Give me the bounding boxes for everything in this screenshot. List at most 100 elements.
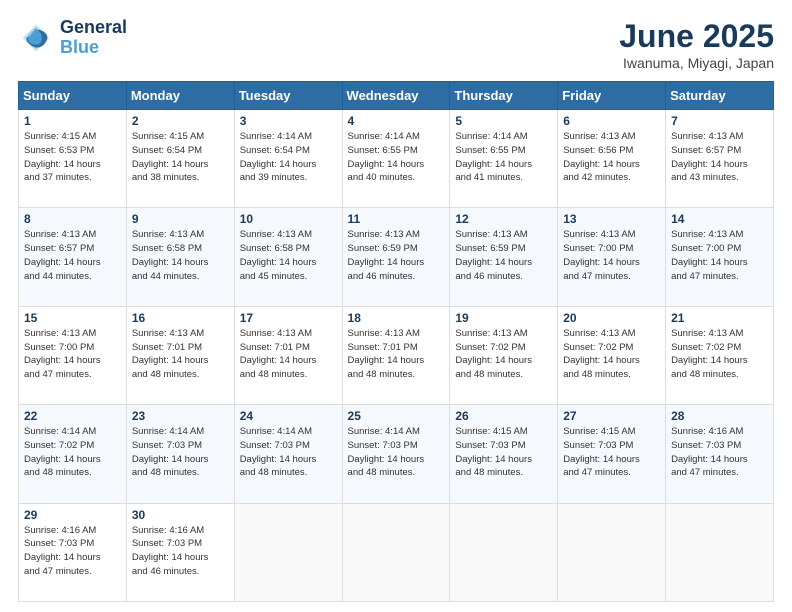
day-number: 20 <box>563 311 660 325</box>
calendar-week-row: 1 Sunrise: 4:15 AM Sunset: 6:53 PM Daylig… <box>19 110 774 208</box>
day-info: Sunrise: 4:15 AM Sunset: 7:03 PM Dayligh… <box>455 425 552 480</box>
calendar-cell <box>450 503 558 601</box>
day-info: Sunrise: 4:15 AM Sunset: 7:03 PM Dayligh… <box>563 425 660 480</box>
calendar-cell <box>234 503 342 601</box>
calendar-header-wednesday: Wednesday <box>342 82 450 110</box>
day-info: Sunrise: 4:13 AM Sunset: 6:57 PM Dayligh… <box>24 228 121 283</box>
calendar-cell: 16 Sunrise: 4:13 AM Sunset: 7:01 PM Dayli… <box>126 306 234 404</box>
main-title: June 2025 <box>619 18 774 55</box>
calendar-cell: 22 Sunrise: 4:14 AM Sunset: 7:02 PM Dayli… <box>19 405 127 503</box>
day-info: Sunrise: 4:16 AM Sunset: 7:03 PM Dayligh… <box>132 524 229 579</box>
day-info: Sunrise: 4:15 AM Sunset: 6:53 PM Dayligh… <box>24 130 121 185</box>
calendar-cell: 12 Sunrise: 4:13 AM Sunset: 6:59 PM Dayli… <box>450 208 558 306</box>
calendar-cell: 7 Sunrise: 4:13 AM Sunset: 6:57 PM Daylig… <box>666 110 774 208</box>
day-number: 14 <box>671 212 768 226</box>
day-number: 30 <box>132 508 229 522</box>
calendar-cell: 1 Sunrise: 4:15 AM Sunset: 6:53 PM Daylig… <box>19 110 127 208</box>
calendar-week-row: 29 Sunrise: 4:16 AM Sunset: 7:03 PM Dayli… <box>19 503 774 601</box>
calendar-cell <box>666 503 774 601</box>
calendar-cell: 13 Sunrise: 4:13 AM Sunset: 7:00 PM Dayli… <box>558 208 666 306</box>
day-info: Sunrise: 4:13 AM Sunset: 6:59 PM Dayligh… <box>348 228 445 283</box>
calendar-cell: 27Sunrise: 4:15 AM Sunset: 7:03 PM Dayli… <box>558 405 666 503</box>
day-number: 16 <box>132 311 229 325</box>
day-number: 5 <box>455 114 552 128</box>
calendar-header-friday: Friday <box>558 82 666 110</box>
calendar-cell: 14 Sunrise: 4:13 AM Sunset: 7:00 PM Dayli… <box>666 208 774 306</box>
calendar-cell: 23Sunrise: 4:14 AM Sunset: 7:03 PM Dayli… <box>126 405 234 503</box>
day-number: 26 <box>455 409 552 423</box>
header: GeneralBlue June 2025 Iwanuma, Miyagi, J… <box>18 18 774 71</box>
day-info: Sunrise: 4:13 AM Sunset: 6:58 PM Dayligh… <box>240 228 337 283</box>
calendar-cell <box>558 503 666 601</box>
calendar-cell: 30 Sunrise: 4:16 AM Sunset: 7:03 PM Dayli… <box>126 503 234 601</box>
day-info: Sunrise: 4:14 AM Sunset: 7:02 PM Dayligh… <box>24 425 121 480</box>
day-info: Sunrise: 4:14 AM Sunset: 7:03 PM Dayligh… <box>132 425 229 480</box>
day-info: Sunrise: 4:14 AM Sunset: 6:55 PM Dayligh… <box>455 130 552 185</box>
day-info: Sunrise: 4:13 AM Sunset: 7:01 PM Dayligh… <box>240 327 337 382</box>
calendar-cell: 17Sunrise: 4:13 AM Sunset: 7:01 PM Dayli… <box>234 306 342 404</box>
calendar-cell: 8Sunrise: 4:13 AM Sunset: 6:57 PM Daylig… <box>19 208 127 306</box>
day-number: 7 <box>671 114 768 128</box>
day-number: 13 <box>563 212 660 226</box>
day-info: Sunrise: 4:14 AM Sunset: 7:03 PM Dayligh… <box>240 425 337 480</box>
day-number: 3 <box>240 114 337 128</box>
day-info: Sunrise: 4:13 AM Sunset: 7:00 PM Dayligh… <box>671 228 768 283</box>
calendar-header-sunday: Sunday <box>19 82 127 110</box>
day-number: 10 <box>240 212 337 226</box>
day-number: 12 <box>455 212 552 226</box>
day-info: Sunrise: 4:13 AM Sunset: 7:00 PM Dayligh… <box>563 228 660 283</box>
calendar-cell: 11Sunrise: 4:13 AM Sunset: 6:59 PM Dayli… <box>342 208 450 306</box>
logo-text: GeneralBlue <box>60 18 127 58</box>
calendar-cell: 21Sunrise: 4:13 AM Sunset: 7:02 PM Dayli… <box>666 306 774 404</box>
calendar-week-row: 8Sunrise: 4:13 AM Sunset: 6:57 PM Daylig… <box>19 208 774 306</box>
day-number: 19 <box>455 311 552 325</box>
calendar-header-saturday: Saturday <box>666 82 774 110</box>
title-block: June 2025 Iwanuma, Miyagi, Japan <box>619 18 774 71</box>
day-info: Sunrise: 4:15 AM Sunset: 6:54 PM Dayligh… <box>132 130 229 185</box>
day-info: Sunrise: 4:13 AM Sunset: 7:00 PM Dayligh… <box>24 327 121 382</box>
calendar-cell: 4Sunrise: 4:14 AM Sunset: 6:55 PM Daylig… <box>342 110 450 208</box>
calendar-cell: 20 Sunrise: 4:13 AM Sunset: 7:02 PM Dayli… <box>558 306 666 404</box>
subtitle: Iwanuma, Miyagi, Japan <box>619 55 774 71</box>
day-number: 2 <box>132 114 229 128</box>
calendar-cell: 28 Sunrise: 4:16 AM Sunset: 7:03 PM Dayli… <box>666 405 774 503</box>
day-number: 15 <box>24 311 121 325</box>
day-info: Sunrise: 4:14 AM Sunset: 6:55 PM Dayligh… <box>348 130 445 185</box>
day-info: Sunrise: 4:13 AM Sunset: 6:57 PM Dayligh… <box>671 130 768 185</box>
calendar-cell: 15 Sunrise: 4:13 AM Sunset: 7:00 PM Dayli… <box>19 306 127 404</box>
calendar-cell: 24Sunrise: 4:14 AM Sunset: 7:03 PM Dayli… <box>234 405 342 503</box>
day-info: Sunrise: 4:16 AM Sunset: 7:03 PM Dayligh… <box>24 524 121 579</box>
day-number: 6 <box>563 114 660 128</box>
day-number: 21 <box>671 311 768 325</box>
calendar-week-row: 22 Sunrise: 4:14 AM Sunset: 7:02 PM Dayli… <box>19 405 774 503</box>
calendar-cell: 10 Sunrise: 4:13 AM Sunset: 6:58 PM Dayli… <box>234 208 342 306</box>
day-info: Sunrise: 4:13 AM Sunset: 7:02 PM Dayligh… <box>455 327 552 382</box>
calendar-cell: 5 Sunrise: 4:14 AM Sunset: 6:55 PM Daylig… <box>450 110 558 208</box>
day-info: Sunrise: 4:16 AM Sunset: 7:03 PM Dayligh… <box>671 425 768 480</box>
day-info: Sunrise: 4:14 AM Sunset: 6:54 PM Dayligh… <box>240 130 337 185</box>
calendar-cell: 19 Sunrise: 4:13 AM Sunset: 7:02 PM Dayli… <box>450 306 558 404</box>
day-info: Sunrise: 4:13 AM Sunset: 6:59 PM Dayligh… <box>455 228 552 283</box>
calendar-cell: 3 Sunrise: 4:14 AM Sunset: 6:54 PM Daylig… <box>234 110 342 208</box>
day-number: 22 <box>24 409 121 423</box>
logo-icon <box>18 20 54 56</box>
day-number: 1 <box>24 114 121 128</box>
day-number: 9 <box>132 212 229 226</box>
logo: GeneralBlue <box>18 18 127 58</box>
calendar-cell <box>342 503 450 601</box>
page: GeneralBlue June 2025 Iwanuma, Miyagi, J… <box>0 0 792 612</box>
day-info: Sunrise: 4:13 AM Sunset: 7:01 PM Dayligh… <box>132 327 229 382</box>
calendar-header-row: SundayMondayTuesdayWednesdayThursdayFrid… <box>19 82 774 110</box>
calendar-cell: 29 Sunrise: 4:16 AM Sunset: 7:03 PM Dayli… <box>19 503 127 601</box>
calendar-cell: 2 Sunrise: 4:15 AM Sunset: 6:54 PM Daylig… <box>126 110 234 208</box>
calendar-header-thursday: Thursday <box>450 82 558 110</box>
day-info: Sunrise: 4:13 AM Sunset: 6:56 PM Dayligh… <box>563 130 660 185</box>
day-info: Sunrise: 4:13 AM Sunset: 6:58 PM Dayligh… <box>132 228 229 283</box>
calendar-cell: 6 Sunrise: 4:13 AM Sunset: 6:56 PM Daylig… <box>558 110 666 208</box>
calendar-header-tuesday: Tuesday <box>234 82 342 110</box>
calendar-week-row: 15 Sunrise: 4:13 AM Sunset: 7:00 PM Dayli… <box>19 306 774 404</box>
day-info: Sunrise: 4:13 AM Sunset: 7:02 PM Dayligh… <box>563 327 660 382</box>
day-number: 28 <box>671 409 768 423</box>
day-number: 29 <box>24 508 121 522</box>
calendar-cell: 25Sunrise: 4:14 AM Sunset: 7:03 PM Dayli… <box>342 405 450 503</box>
